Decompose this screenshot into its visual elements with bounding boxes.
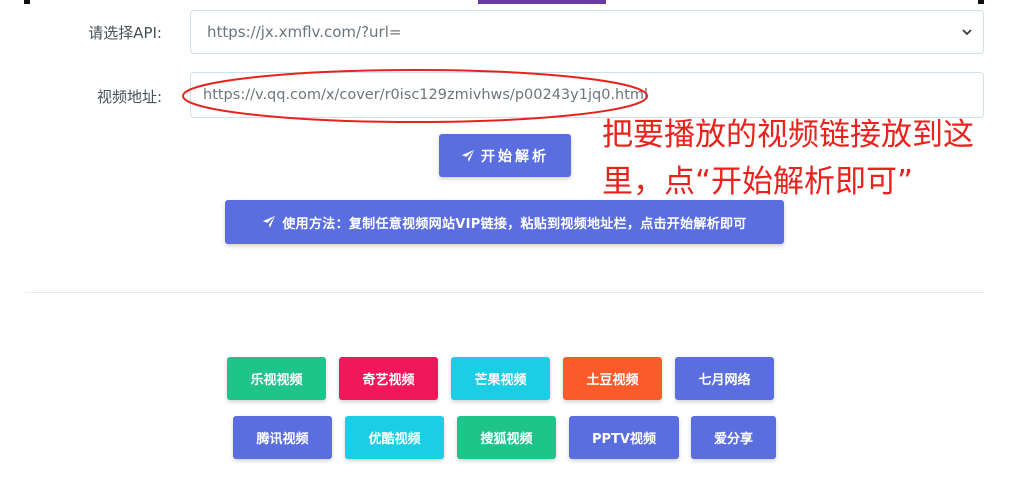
url-label: 视频地址: — [96, 88, 162, 106]
site-button-label: 腾讯视频 — [256, 432, 309, 447]
site-button-iqiyi[interactable]: 奇艺视频 — [339, 357, 438, 400]
site-button-letv[interactable]: 乐视视频 — [227, 357, 326, 400]
site-button-label: 爱分享 — [713, 432, 753, 447]
site-button-label: 乐视视频 — [250, 373, 303, 388]
chevron-down-icon — [962, 29, 972, 36]
site-button-tudou[interactable]: 土豆视频 — [563, 357, 662, 400]
site-button-pptv[interactable]: PPTV视频 — [569, 416, 679, 459]
paper-plane-icon — [461, 149, 475, 162]
site-button-aifenxiang[interactable]: 爱分享 — [691, 416, 776, 459]
annotation-line-2: 里，点“开始解析即可” — [602, 164, 914, 200]
usage-instructions-button[interactable]: 使用方法：复制任意视频网站VIP链接，粘贴到视频地址栏，点击开始解析即可 — [225, 200, 784, 244]
site-button-label: PPTV视频 — [592, 432, 656, 447]
usage-instructions-label: 使用方法：复制任意视频网站VIP链接，粘贴到视频地址栏，点击开始解析即可 — [282, 216, 747, 232]
site-button-sohu[interactable]: 搜狐视频 — [457, 416, 556, 459]
red-annotation-text: 把要播放的视频链接放到这 里，点“开始解析即可” — [602, 112, 1002, 206]
site-button-mgtv[interactable]: 芒果视频 — [451, 357, 550, 400]
site-button-label: 芒果视频 — [474, 373, 527, 388]
site-button-label: 搜狐视频 — [480, 432, 533, 447]
top-bar-fragment — [24, 0, 30, 4]
start-parse-label: 开始解析 — [481, 148, 549, 165]
start-parse-button[interactable]: 开始解析 — [439, 134, 571, 177]
site-button-label: 土豆视频 — [586, 373, 639, 388]
api-select[interactable]: https://jx.xmflv.com/?url= — [190, 10, 984, 54]
site-button-qiyue[interactable]: 七月网络 — [675, 357, 774, 400]
site-button-label: 七月网络 — [698, 373, 751, 388]
api-label: 请选择API: — [88, 24, 162, 42]
site-button-youku[interactable]: 优酷视频 — [345, 416, 444, 459]
top-bar-fragment-right — [978, 0, 984, 4]
site-button-label: 奇艺视频 — [362, 373, 415, 388]
api-select-value: https://jx.xmflv.com/?url= — [207, 23, 402, 41]
top-bar-tab-fragment — [478, 0, 606, 4]
paper-plane-icon — [263, 215, 276, 229]
site-button-label: 优酷视频 — [368, 432, 421, 447]
site-button-tencent[interactable]: 腾讯视频 — [233, 416, 332, 459]
section-divider — [25, 292, 985, 293]
annotation-line-1: 把要播放的视频链接放到这 — [602, 117, 974, 153]
